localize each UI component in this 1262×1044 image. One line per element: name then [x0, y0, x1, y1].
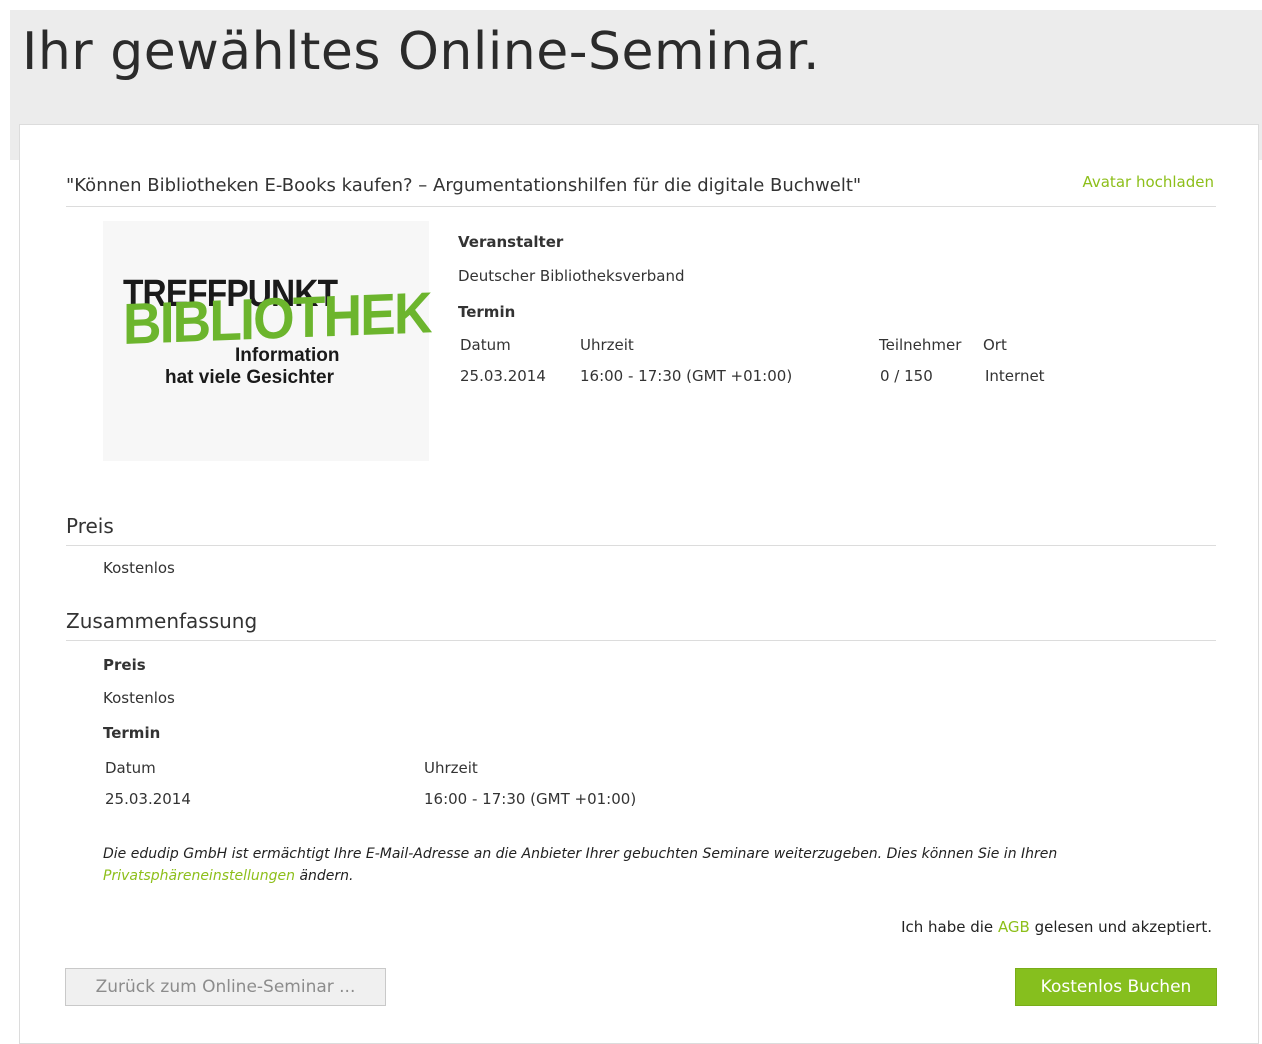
summary-time: 16:00 - 17:30 (GMT +01:00): [424, 790, 637, 808]
organizer-label: Veranstalter: [458, 233, 564, 251]
divider: [66, 545, 1216, 546]
organizer-value: Deutscher Bibliotheksverband: [458, 267, 685, 285]
back-to-seminar-button[interactable]: Zurück zum Online-Seminar ...: [65, 968, 386, 1006]
divider: [66, 640, 1216, 641]
column-header-participants: Teilnehmer: [879, 336, 962, 354]
schedule-participants: 0 / 150: [880, 367, 933, 385]
seminar-title: "Können Bibliotheken E-Books kaufen? – A…: [66, 175, 862, 196]
summary-price-label: Preis: [103, 656, 146, 674]
schedule-date: 25.03.2014: [460, 367, 546, 385]
schedule-label: Termin: [458, 303, 516, 321]
summary-date: 25.03.2014: [105, 790, 191, 808]
privacy-notice: Die edudip GmbH ist ermächtigt Ihre E-Ma…: [103, 843, 1218, 887]
agb-text-suffix: gelesen und akzeptiert.: [1029, 918, 1212, 936]
summary-price-value: Kostenlos: [103, 689, 175, 707]
summary-heading: Zusammenfassung: [66, 609, 258, 633]
privacy-settings-link[interactable]: Privatsphäreneinstellungen: [103, 868, 295, 884]
schedule-time: 16:00 - 17:30 (GMT +01:00): [580, 367, 793, 385]
agb-text: Ich habe die: [901, 918, 998, 936]
price-heading: Preis: [66, 514, 114, 538]
seminar-logo: TREFFPUNKT BIBLIOTHEK Information hat vi…: [103, 221, 431, 461]
schedule-location: Internet: [985, 367, 1045, 385]
divider: [66, 206, 1216, 207]
book-free-button[interactable]: Kostenlos Buchen: [1015, 968, 1217, 1006]
booking-panel: "Können Bibliotheken E-Books kaufen? – A…: [19, 124, 1259, 1044]
price-value: Kostenlos: [103, 559, 175, 577]
avatar-upload-link[interactable]: Avatar hochladen: [1082, 173, 1214, 191]
column-header-time: Uhrzeit: [580, 336, 634, 354]
column-header-date: Datum: [460, 336, 511, 354]
summary-schedule-label: Termin: [103, 724, 161, 742]
logo-line-4: hat viele Gesichter: [165, 367, 334, 388]
column-header-location: Ort: [983, 336, 1007, 354]
privacy-notice-text: Die edudip GmbH ist ermächtigt Ihre E-Ma…: [103, 846, 1058, 862]
summary-column-date: Datum: [105, 759, 156, 777]
agb-acceptance: Ich habe die AGB gelesen und akzeptiert.: [901, 918, 1212, 936]
summary-column-time: Uhrzeit: [424, 759, 478, 777]
privacy-notice-suffix: ändern.: [295, 868, 354, 884]
agb-link[interactable]: AGB: [998, 918, 1030, 936]
logo-line-3: Information: [235, 345, 340, 366]
page-title: Ihr gewähltes Online-Seminar.: [22, 22, 821, 82]
